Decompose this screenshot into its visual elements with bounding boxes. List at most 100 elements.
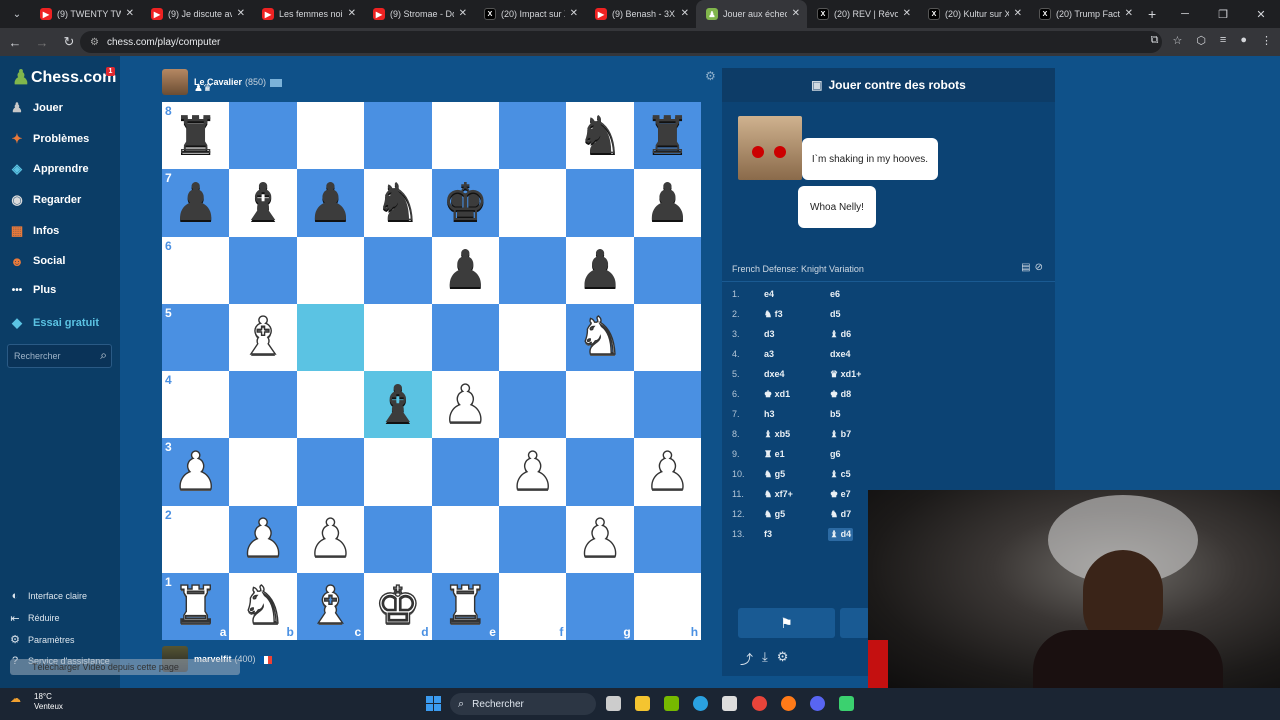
black-pawn-icon[interactable]: ♟ xyxy=(577,244,624,296)
close-tab-icon[interactable]: ✕ xyxy=(1125,8,1133,19)
square-d4[interactable]: ♝ xyxy=(364,371,432,439)
square-b4[interactable] xyxy=(229,371,297,439)
settings-gear-icon[interactable]: ⚙ xyxy=(777,649,789,668)
square-d8[interactable] xyxy=(364,102,432,170)
black-pawn-icon[interactable]: ♟ xyxy=(172,177,219,229)
square-h1[interactable]: h xyxy=(633,572,702,640)
search-icon[interactable]: ⌕ xyxy=(100,348,107,363)
square-e7[interactable]: ♚ xyxy=(431,169,499,237)
square-b8[interactable] xyxy=(229,102,297,170)
square-a4[interactable]: 4 xyxy=(162,371,230,439)
task-view-icon[interactable] xyxy=(606,696,621,711)
square-g3[interactable] xyxy=(566,438,634,506)
store-icon[interactable] xyxy=(722,696,737,711)
black-pawn-icon[interactable]: ♟ xyxy=(442,244,489,296)
black-bishop-icon[interactable]: ♝ xyxy=(375,379,422,431)
taskbar-search[interactable]: ⌕ Rechercher xyxy=(450,693,596,715)
square-f5[interactable] xyxy=(498,303,567,371)
square-c6[interactable] xyxy=(296,236,365,304)
white-bishop-icon[interactable]: ♝ xyxy=(239,311,287,364)
address-bar[interactable]: ⚙ chess.com/play/computer xyxy=(80,31,1162,53)
white-move[interactable]: d3 xyxy=(764,329,775,339)
square-c7[interactable]: ♟ xyxy=(296,169,365,237)
chrome-icon[interactable] xyxy=(752,696,767,711)
square-g2[interactable]: ♟ xyxy=(566,505,634,573)
close-window-icon[interactable]: ✕ xyxy=(1242,0,1280,28)
sidebar-item-infos[interactable]: ▦ Infos xyxy=(8,223,59,239)
sidebar-footer-settings[interactable]: ⚙ Paramètres xyxy=(8,633,74,646)
browser-tab[interactable]: X (20) Trump Fact N ✕ xyxy=(1029,0,1140,28)
profile-icon[interactable]: ● xyxy=(1240,34,1247,47)
close-tab-icon[interactable]: ✕ xyxy=(237,8,245,19)
white-knight-icon[interactable]: ♞ xyxy=(576,311,624,364)
white-pawn-icon[interactable]: ♟ xyxy=(643,445,691,498)
sidebar-item-probl-mes[interactable]: ✦ Problèmes xyxy=(8,131,90,147)
black-bishop-icon[interactable]: ♝ xyxy=(240,177,287,229)
book-icon[interactable]: ▤ xyxy=(1021,262,1034,273)
browser-tab[interactable]: ▶ Les femmes noire ✕ xyxy=(252,0,363,28)
square-a8[interactable]: 8 ♜ xyxy=(162,102,230,170)
white-pawn-icon[interactable]: ♟ xyxy=(441,378,489,431)
square-d2[interactable] xyxy=(364,505,432,573)
opponent-avatar[interactable] xyxy=(162,69,188,95)
discord-icon[interactable] xyxy=(810,696,825,711)
square-a3[interactable]: 3 ♟ xyxy=(162,438,230,506)
firefox-icon[interactable] xyxy=(781,696,796,711)
square-e3[interactable] xyxy=(431,438,499,506)
close-tab-icon[interactable]: ✕ xyxy=(1014,8,1022,19)
square-c3[interactable] xyxy=(296,438,365,506)
weather-widget[interactable]: ☁ 18°C Venteux xyxy=(10,692,63,712)
square-d7[interactable]: ♞ xyxy=(364,169,432,237)
black-move[interactable]: b5 xyxy=(830,409,841,419)
white-move[interactable]: ♝ xb5 xyxy=(764,429,790,440)
square-f3[interactable]: ♟ xyxy=(498,438,567,506)
browser-tab[interactable]: ▶ (9) TWENTY TWE ✕ xyxy=(30,0,141,28)
close-tab-icon[interactable]: ✕ xyxy=(126,8,134,19)
browser-tab[interactable]: X (20) Impact sur X ✕ xyxy=(474,0,585,28)
white-pawn-icon[interactable]: ♟ xyxy=(509,445,557,498)
square-g6[interactable]: ♟ xyxy=(566,236,634,304)
square-e4[interactable]: ♟ xyxy=(431,371,499,439)
white-pawn-icon[interactable]: ♟ xyxy=(576,512,624,565)
media-icon[interactable]: ≡ xyxy=(1220,34,1226,47)
square-a2[interactable]: 2 xyxy=(162,505,230,573)
white-move[interactable]: ♞ xf7+ xyxy=(764,489,793,500)
square-h6[interactable] xyxy=(633,236,702,304)
square-b6[interactable] xyxy=(229,236,297,304)
share-icon[interactable]: ⤴ xyxy=(740,649,753,668)
white-move[interactable]: ♜ e1 xyxy=(764,449,785,460)
close-tab-icon[interactable]: ✕ xyxy=(459,8,467,19)
black-move[interactable]: ♞ d7 xyxy=(830,509,851,520)
square-b7[interactable]: ♝ xyxy=(229,169,297,237)
file-explorer-icon[interactable] xyxy=(635,696,650,711)
browser-tab[interactable]: ▶ (9) Stromae - Dou ✕ xyxy=(363,0,474,28)
white-pawn-icon[interactable]: ♟ xyxy=(239,512,287,565)
site-info-icon[interactable]: ⚙ xyxy=(90,37,99,48)
square-d6[interactable] xyxy=(364,236,432,304)
square-a7[interactable]: 7 ♟ xyxy=(162,169,230,237)
black-move[interactable]: d5 xyxy=(830,309,841,319)
menu-icon[interactable]: ⋮ xyxy=(1261,34,1272,47)
white-move[interactable]: a3 xyxy=(764,349,774,359)
sidebar-item-social[interactable]: ☻ Social xyxy=(8,254,65,269)
square-e6[interactable]: ♟ xyxy=(431,236,499,304)
square-c1[interactable]: c ♝ xyxy=(296,572,365,640)
white-move[interactable]: e4 xyxy=(764,289,774,299)
chess-board[interactable]: 8 ♜ ♞ ♜ 7 ♟ ♝ ♟ ♞ ♚ ♟ 6 ♟ ♟ 5 ♝ ♞ 4 ♝ ♟ 3 ♟ ♟ ♟ 2 ♟ ♟ ♟ 1 a ♜ b ♞ c ♝ d ♚ e ♜ f… xyxy=(162,102,702,640)
black-move[interactable]: ♚ d8 xyxy=(830,389,851,400)
black-move[interactable]: g6 xyxy=(830,449,841,459)
white-move[interactable]: dxe4 xyxy=(764,369,785,379)
white-pawn-icon[interactable]: ♟ xyxy=(306,512,354,565)
square-g8[interactable]: ♞ xyxy=(566,102,634,170)
browser-tab[interactable]: ▶ (9) Je discute ave ✕ xyxy=(141,0,252,28)
square-f7[interactable] xyxy=(498,169,567,237)
white-knight-icon[interactable]: ♞ xyxy=(239,580,287,633)
new-tab-button[interactable]: + xyxy=(1148,6,1156,22)
square-g1[interactable]: g xyxy=(566,572,634,640)
bookmark-star-icon[interactable]: ☆ xyxy=(1172,34,1182,47)
white-king-icon[interactable]: ♚ xyxy=(374,580,422,633)
white-rook-icon[interactable]: ♜ xyxy=(172,580,220,633)
close-tab-icon[interactable]: ✕ xyxy=(570,8,578,19)
chesscom-logo[interactable]: ♟ Chess.com 1 xyxy=(12,65,116,90)
square-f4[interactable] xyxy=(498,371,567,439)
